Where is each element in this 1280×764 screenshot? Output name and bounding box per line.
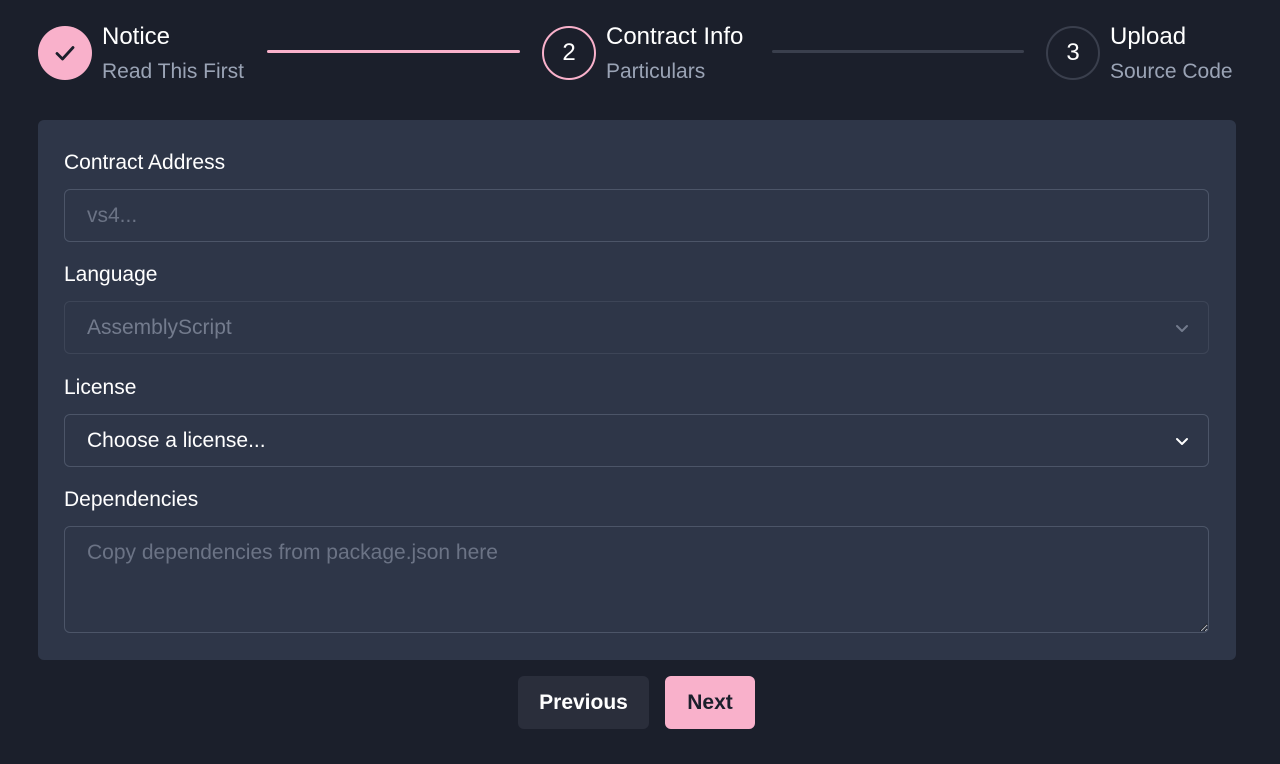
check-icon bbox=[55, 46, 75, 61]
previous-button[interactable]: Previous bbox=[518, 676, 649, 729]
language-selected-value: AssemblyScript bbox=[87, 315, 232, 339]
contract-address-label: Contract Address bbox=[64, 151, 226, 174]
contract-address-input[interactable] bbox=[64, 189, 1209, 242]
license-label: License bbox=[64, 376, 137, 399]
step-2-subtitle: Particulars bbox=[606, 60, 706, 83]
chevron-down-icon bbox=[1176, 325, 1188, 332]
step-3-subtitle: Source Code bbox=[1110, 60, 1233, 83]
stepper: Notice Read This First 2 Contract Info P… bbox=[0, 0, 1280, 110]
step-connector-1 bbox=[267, 50, 520, 53]
step-3-indicator: 3 bbox=[1046, 26, 1100, 80]
step-3-title: Upload bbox=[1110, 23, 1187, 50]
dependencies-textarea[interactable] bbox=[64, 526, 1209, 633]
step-1-subtitle: Read This First bbox=[102, 60, 244, 83]
step-2-number: 2 bbox=[562, 39, 576, 66]
contract-info-form: Contract Address Language AssemblyScript… bbox=[38, 120, 1236, 660]
chevron-down-icon bbox=[1176, 438, 1188, 445]
step-2-title: Contract Info bbox=[606, 23, 744, 50]
step-2-indicator: 2 bbox=[542, 26, 596, 80]
language-label: Language bbox=[64, 263, 158, 286]
step-1-indicator bbox=[38, 26, 92, 80]
license-selected-value: Choose a license... bbox=[87, 428, 266, 452]
next-button[interactable]: Next bbox=[665, 676, 755, 729]
step-connector-2 bbox=[772, 50, 1024, 53]
step-1-title: Notice bbox=[102, 23, 171, 50]
license-select[interactable]: Choose a license... bbox=[64, 414, 1209, 467]
dependencies-label: Dependencies bbox=[64, 488, 199, 511]
step-3-number: 3 bbox=[1066, 39, 1080, 66]
language-select: AssemblyScript bbox=[64, 301, 1209, 354]
